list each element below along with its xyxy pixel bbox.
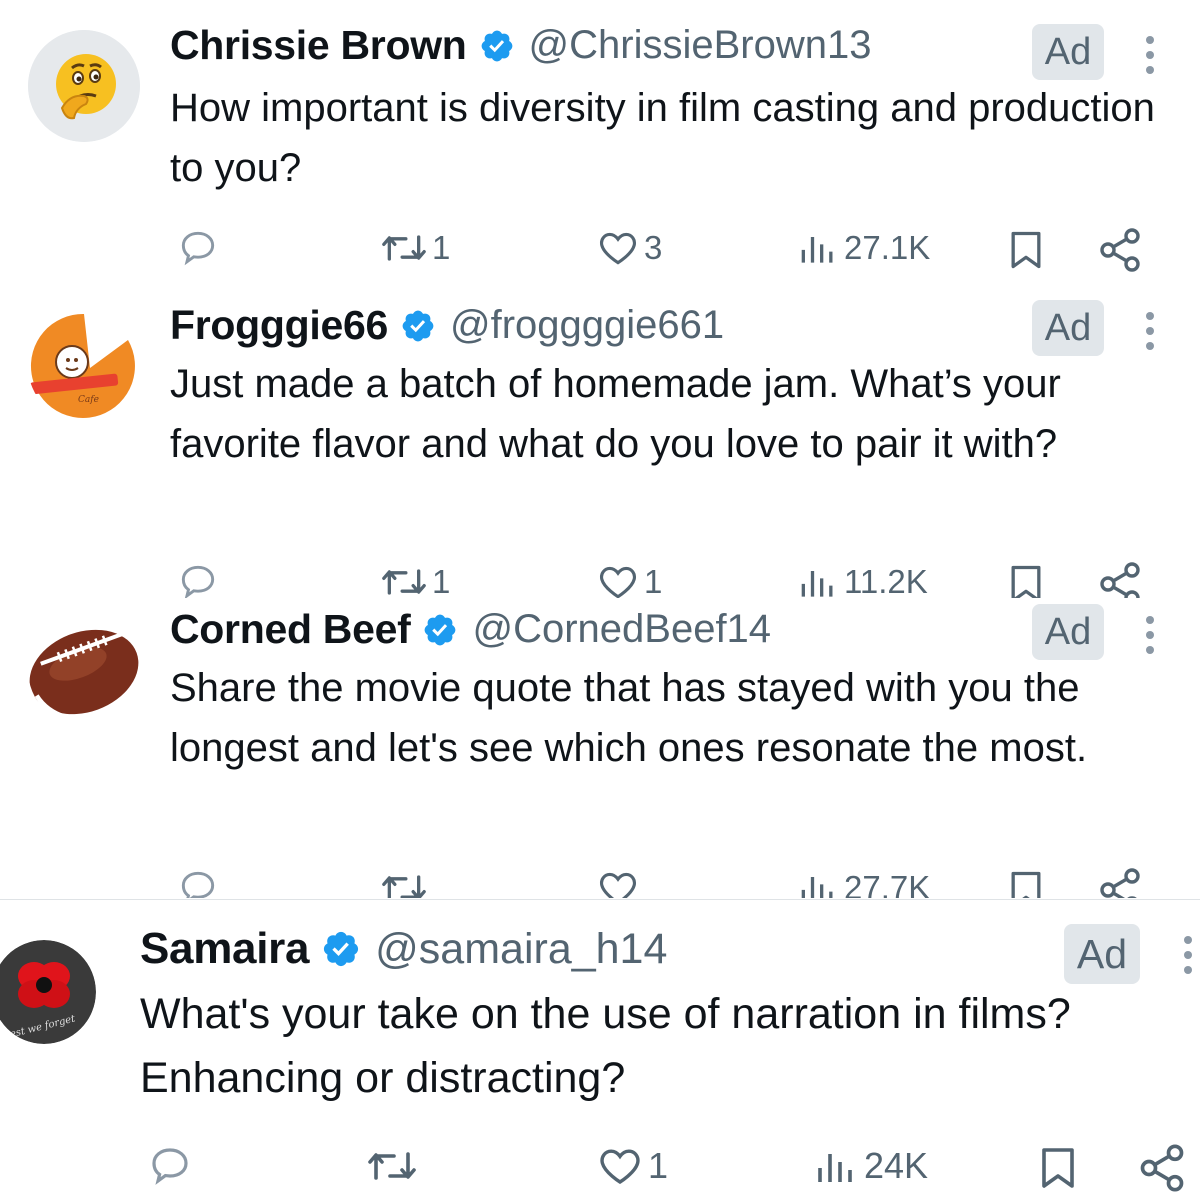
ad-badge: Ad xyxy=(1032,300,1104,356)
red-poppy-icon: lest we forget xyxy=(0,940,96,1044)
share-button[interactable] xyxy=(1096,560,1144,598)
retweet-button[interactable]: 1 xyxy=(380,560,450,598)
heart-icon xyxy=(600,566,636,598)
thinking-face-icon xyxy=(28,30,140,142)
tweet-card[interactable]: Corned Beef @CornedBeef14 Ad Share the m… xyxy=(0,598,1200,898)
views-count: 11.2K xyxy=(844,563,928,598)
user-handle[interactable]: @froggggie661 xyxy=(450,303,724,348)
reply-icon xyxy=(181,565,215,598)
heart-icon xyxy=(600,872,636,898)
tweet-text: How important is diversity in film casti… xyxy=(170,86,1155,190)
display-name[interactable]: Corned Beef xyxy=(170,606,411,653)
more-options-icon[interactable] xyxy=(1180,936,1196,981)
tweet-card[interactable]: lest we forget Samaira @samaira_h14 Ad W… xyxy=(0,900,1200,1200)
tweet-card[interactable]: Chrissie Brown @ChrissieBrown13 Ad How i… xyxy=(0,0,1200,290)
retweet-button[interactable] xyxy=(366,1142,418,1190)
action-bar: 1 24K xyxy=(0,1142,1200,1192)
views-button[interactable]: 27.7K xyxy=(796,866,930,898)
like-button[interactable] xyxy=(596,866,640,898)
avatar[interactable]: lest we forget xyxy=(0,940,96,1044)
avatar[interactable]: Cafe xyxy=(28,310,140,422)
views-count: 24K xyxy=(864,1145,929,1186)
reply-icon xyxy=(152,1148,188,1185)
action-bar: 1 3 27.1K xyxy=(0,226,1200,276)
share-button[interactable] xyxy=(1136,1142,1188,1194)
retweet-icon xyxy=(382,569,426,595)
retweet-icon xyxy=(382,875,426,898)
bookmark-button[interactable] xyxy=(1004,866,1048,898)
views-button[interactable]: 27.1K xyxy=(796,226,930,270)
reply-button[interactable] xyxy=(176,226,220,270)
share-icon xyxy=(1140,1144,1184,1192)
reply-icon xyxy=(181,871,215,898)
reply-button[interactable] xyxy=(146,1142,194,1190)
verified-badge-icon xyxy=(422,612,458,648)
more-options-icon[interactable] xyxy=(1142,36,1158,81)
reply-button[interactable] xyxy=(176,560,220,598)
bookmark-icon xyxy=(1011,231,1041,269)
display-name[interactable]: Frogggie66 xyxy=(170,302,388,349)
retweet-button[interactable] xyxy=(380,866,428,898)
bookmark-button[interactable] xyxy=(1004,560,1048,598)
retweet-icon xyxy=(368,1152,416,1180)
verified-badge-icon xyxy=(400,308,436,344)
views-chart-icon xyxy=(801,571,833,597)
verified-badge-icon xyxy=(321,929,361,969)
tweet-text: Just made a batch of homemade jam. What’… xyxy=(170,362,1061,466)
avatar[interactable] xyxy=(28,30,140,142)
ad-badge: Ad xyxy=(1032,604,1104,660)
heart-icon xyxy=(600,1149,640,1184)
like-button[interactable]: 1 xyxy=(596,1142,668,1190)
user-handle[interactable]: @CornedBeef14 xyxy=(472,607,771,652)
retweet-button[interactable]: 1 xyxy=(380,226,450,270)
more-options-icon[interactable] xyxy=(1142,312,1158,357)
display-name[interactable]: Samaira xyxy=(140,924,309,974)
svg-text:Cafe: Cafe xyxy=(78,395,99,405)
user-handle[interactable]: @ChrissieBrown13 xyxy=(529,23,872,68)
bookmark-button[interactable] xyxy=(1004,226,1048,274)
views-count: 27.7K xyxy=(844,869,931,898)
like-button[interactable]: 3 xyxy=(596,226,662,270)
views-chart-icon xyxy=(801,237,833,263)
avatar[interactable] xyxy=(28,614,140,726)
like-count: 3 xyxy=(644,229,663,266)
share-icon xyxy=(1100,562,1140,598)
share-button[interactable] xyxy=(1096,226,1144,274)
football-icon xyxy=(28,614,140,726)
views-chart-icon xyxy=(818,1154,852,1182)
retweet-count: 1 xyxy=(432,563,451,598)
like-count: 1 xyxy=(644,563,663,598)
more-options-icon[interactable] xyxy=(1142,616,1158,661)
bookmark-icon xyxy=(1011,871,1041,898)
views-count: 27.1K xyxy=(844,229,931,266)
share-icon xyxy=(1100,228,1140,272)
retweet-count: 1 xyxy=(432,229,451,266)
reply-icon xyxy=(181,231,215,266)
like-button[interactable]: 1 xyxy=(596,560,662,598)
verified-badge-icon xyxy=(479,28,515,64)
ad-badge: Ad xyxy=(1064,924,1140,984)
retweet-icon xyxy=(382,235,426,261)
bookmark-icon xyxy=(1011,565,1041,598)
heart-icon xyxy=(600,232,636,265)
reply-button[interactable] xyxy=(176,866,220,898)
display-name[interactable]: Chrissie Brown xyxy=(170,22,467,69)
user-handle[interactable]: @samaira_h14 xyxy=(375,925,667,974)
share-button[interactable] xyxy=(1096,866,1144,898)
bookmark-icon xyxy=(1042,1148,1074,1188)
ad-badge: Ad xyxy=(1032,24,1104,80)
action-bar: 27.7K xyxy=(0,866,1200,898)
bookmark-button[interactable] xyxy=(1034,1142,1082,1194)
views-button[interactable]: 24K xyxy=(812,1142,928,1190)
action-bar: 1 1 11.2K xyxy=(0,560,1200,598)
views-chart-icon xyxy=(801,877,833,898)
cafe-logo-icon: Cafe xyxy=(28,310,140,422)
tweet-text: What's your take on the use of narration… xyxy=(140,990,1071,1102)
tweet-card[interactable]: Cafe Frogggie66 @froggggie661 Ad Just ma… xyxy=(0,290,1200,598)
share-icon xyxy=(1100,868,1140,898)
tweet-text: Share the movie quote that has stayed wi… xyxy=(170,666,1088,770)
views-button[interactable]: 11.2K xyxy=(796,560,928,598)
like-count: 1 xyxy=(648,1145,669,1186)
